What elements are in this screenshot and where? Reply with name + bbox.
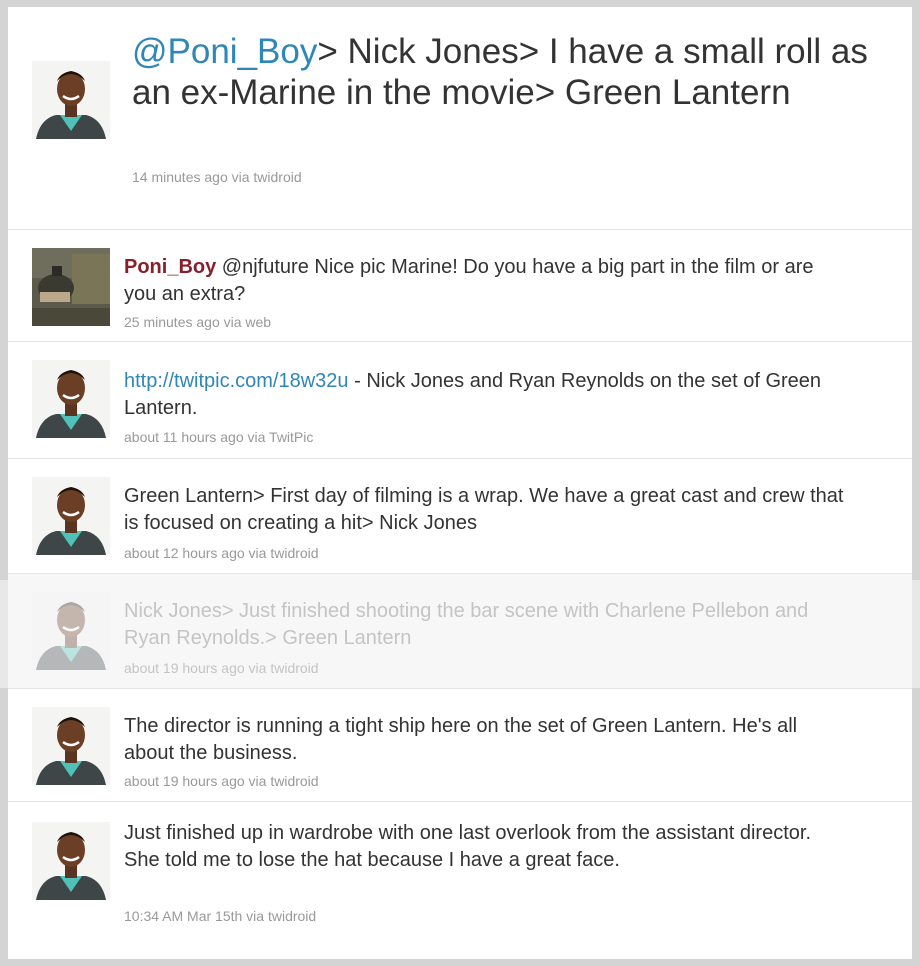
tweet-item: Poni_Boy @njfuture Nice pic Marine! Do y… [8,229,912,341]
tweet-body: @njfuture Nice pic Marine! Do you have a… [124,256,814,305]
tweet-item: Just finished up in wardrobe with one la… [8,801,912,942]
tweet-meta[interactable]: 25 minutes ago via web [124,314,271,330]
tweet-text: http://twitpic.com/18w32u - Nick Jones a… [124,368,844,422]
tweet-text: Green Lantern> First day of filming is a… [124,485,844,534]
avatar[interactable] [32,477,110,555]
photo-icon [32,248,110,326]
tweet-meta[interactable]: 10:34 AM Mar 15th via twidroid [124,908,316,924]
tweet-timeline: @Poni_Boy> Nick Jones> I have a small ro… [8,7,912,959]
twitpic-link[interactable]: http://twitpic.com/18w32u [124,370,349,392]
avatar[interactable] [32,248,110,326]
tweet-item: http://twitpic.com/18w32u - Nick Jones a… [8,341,912,458]
tweet-meta[interactable]: about 12 hours ago via twidroid [124,545,319,561]
tweet-meta[interactable]: about 19 hours ago via twidroid [124,660,319,676]
tweet-text: The director is running a tight ship her… [124,715,798,764]
tweet-meta[interactable]: about 11 hours ago via TwitPic [124,429,313,445]
avatar[interactable] [32,707,110,785]
tweet-text: Just finished up in wardrobe with one la… [124,822,812,871]
portrait-icon [32,477,110,555]
tweet-text: Nick Jones> Just finished shooting the b… [124,600,809,649]
username-link[interactable]: Poni_Boy [124,256,216,278]
tweet-item: The director is running a tight ship her… [8,688,912,801]
tweet-text: Poni_Boy @njfuture Nice pic Marine! Do y… [124,254,844,308]
featured-tweet-text: @Poni_Boy> Nick Jones> I have a small ro… [132,31,872,113]
avatar[interactable] [32,61,110,139]
avatar[interactable] [32,822,110,900]
mention-link[interactable]: @Poni_Boy [132,32,317,71]
portrait-icon [32,360,110,438]
portrait-icon [32,822,110,900]
tweet-item: Green Lantern> First day of filming is a… [8,458,912,573]
avatar[interactable] [32,592,110,670]
featured-tweet: @Poni_Boy> Nick Jones> I have a small ro… [8,7,912,229]
avatar[interactable] [32,360,110,438]
tweet-meta[interactable]: 14 minutes ago via twidroid [132,169,302,185]
tweet-meta[interactable]: about 19 hours ago via twidroid [124,773,319,789]
portrait-icon [32,707,110,785]
portrait-icon [32,592,110,670]
tweet-item: Nick Jones> Just finished shooting the b… [8,573,912,688]
portrait-icon [32,61,110,139]
